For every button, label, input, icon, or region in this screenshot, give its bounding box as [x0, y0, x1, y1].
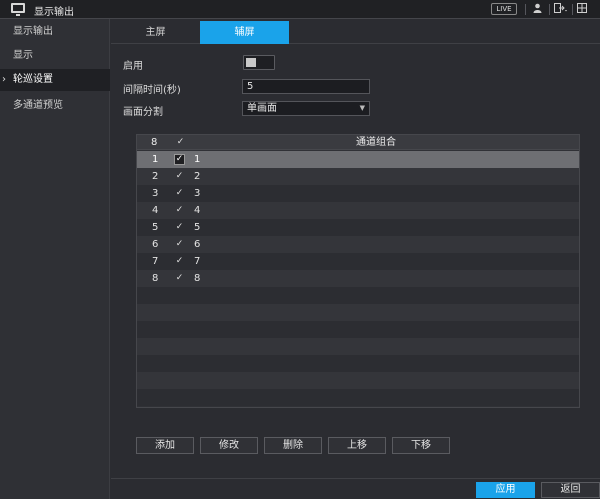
row-number: 2 — [152, 171, 159, 182]
table-row[interactable]: 6 ✓ 6 — [137, 236, 579, 253]
empty-row — [137, 338, 579, 355]
edit-button[interactable]: 修改 — [200, 437, 258, 454]
live-button[interactable]: LIVE — [491, 3, 517, 15]
row-channel-group: 5 — [194, 222, 201, 233]
table-row[interactable]: 5 ✓ 5 — [137, 219, 579, 236]
table-header: 8 ✓ 通道组合 — [137, 135, 579, 150]
tab-aux-screen[interactable]: 辅屏 — [200, 21, 289, 44]
sidebar-item-tour-settings[interactable]: › 轮巡设置 — [0, 69, 110, 91]
tab-bar: 主屏 辅屏 — [111, 19, 600, 44]
sidebar: 显示输出 显示 › 轮巡设置 多通道预览 — [0, 19, 110, 499]
split-label: 画面分割 — [123, 107, 163, 118]
row-checkbox[interactable]: ✓ — [174, 188, 185, 199]
table-row[interactable]: 1 ✓ 1 — [137, 151, 579, 168]
move-down-button[interactable]: 下移 — [392, 437, 450, 454]
monitor-icon — [11, 3, 25, 16]
row-checkbox[interactable]: ✓ — [174, 222, 185, 233]
empty-row — [137, 287, 579, 304]
row-checkbox[interactable]: ✓ — [174, 171, 185, 182]
move-up-button[interactable]: 上移 — [328, 437, 386, 454]
row-checkbox[interactable]: ✓ — [174, 256, 185, 267]
row-number: 8 — [152, 273, 159, 284]
interval-input[interactable]: 5 — [242, 79, 370, 94]
row-channel-group: 7 — [194, 256, 201, 267]
select-all-checkbox[interactable]: ✓ — [175, 137, 186, 148]
row-channel-group: 6 — [194, 239, 201, 250]
chevron-down-icon: ▼ — [359, 104, 365, 112]
apply-button[interactable]: 应用 — [476, 482, 535, 498]
row-checkbox[interactable]: ✓ — [174, 154, 185, 165]
user-icon[interactable] — [533, 3, 542, 17]
row-channel-group: 8 — [194, 273, 201, 284]
row-channel-group: 3 — [194, 188, 201, 199]
empty-row — [137, 389, 579, 406]
row-number: 7 — [152, 256, 159, 267]
header-count: 8 — [151, 137, 158, 148]
row-number: 5 — [152, 222, 159, 233]
table-row[interactable]: 3 ✓ 3 — [137, 185, 579, 202]
table-row[interactable]: 2 ✓ 2 — [137, 168, 579, 185]
row-checkbox[interactable]: ✓ — [174, 273, 185, 284]
toggle-knob — [246, 58, 256, 67]
row-checkbox[interactable]: ✓ — [174, 205, 185, 216]
add-button[interactable]: 添加 — [136, 437, 194, 454]
chevron-right-icon: › — [2, 74, 6, 85]
back-button[interactable]: 返回 — [541, 482, 600, 498]
sidebar-item-label: 轮巡设置 — [13, 74, 53, 85]
logout-icon[interactable] — [554, 3, 568, 17]
row-number: 6 — [152, 239, 159, 250]
sidebar-item-multi-channel-preview[interactable]: 多通道预览 — [0, 95, 110, 117]
separator — [549, 4, 550, 15]
sidebar-item-display-output[interactable]: 显示输出 — [0, 21, 110, 43]
header-channel-group: 通道组合 — [356, 137, 396, 148]
delete-button[interactable]: 删除 — [264, 437, 322, 454]
sidebar-item-label: 显示 — [13, 50, 33, 61]
table-row[interactable]: 7 ✓ 7 — [137, 253, 579, 270]
interval-label: 间隔时间(秒) — [123, 85, 181, 96]
title-bar: 显示输出 LIVE — [0, 0, 600, 19]
row-channel-group: 4 — [194, 205, 201, 216]
row-channel-group: 2 — [194, 171, 201, 182]
table-row[interactable]: 4 ✓ 4 — [137, 202, 579, 219]
separator — [572, 4, 573, 15]
sidebar-item-display[interactable]: 显示 — [0, 45, 110, 67]
window-title: 显示输出 — [34, 7, 74, 18]
row-checkbox[interactable]: ✓ — [174, 239, 185, 250]
split-select[interactable]: 单画面 ▼ — [242, 101, 370, 116]
separator — [525, 4, 526, 15]
channel-group-table: 8 ✓ 通道组合 1 ✓ 1 2 ✓ 2 3 ✓ 3 4 ✓ 4 5 ✓ 5 6… — [136, 134, 580, 408]
enable-toggle[interactable] — [243, 55, 275, 70]
sidebar-item-label: 多通道预览 — [13, 100, 63, 111]
row-number: 3 — [152, 188, 159, 199]
main-panel: 主屏 辅屏 启用 间隔时间(秒) 5 画面分割 单画面 ▼ 8 ✓ 通道组合 1… — [111, 19, 600, 499]
empty-row — [137, 304, 579, 321]
tab-main-screen[interactable]: 主屏 — [111, 21, 200, 44]
table-row[interactable]: 8 ✓ 8 — [137, 270, 579, 287]
row-number: 4 — [152, 205, 159, 216]
sidebar-item-label: 显示输出 — [13, 26, 53, 37]
empty-row — [137, 321, 579, 338]
row-channel-group: 1 — [194, 154, 201, 165]
row-number: 1 — [152, 154, 159, 165]
enable-label: 启用 — [123, 61, 143, 72]
empty-row — [137, 372, 579, 389]
grid-icon[interactable] — [577, 3, 587, 17]
split-select-value: 单画面 — [247, 103, 277, 114]
empty-row — [137, 355, 579, 372]
